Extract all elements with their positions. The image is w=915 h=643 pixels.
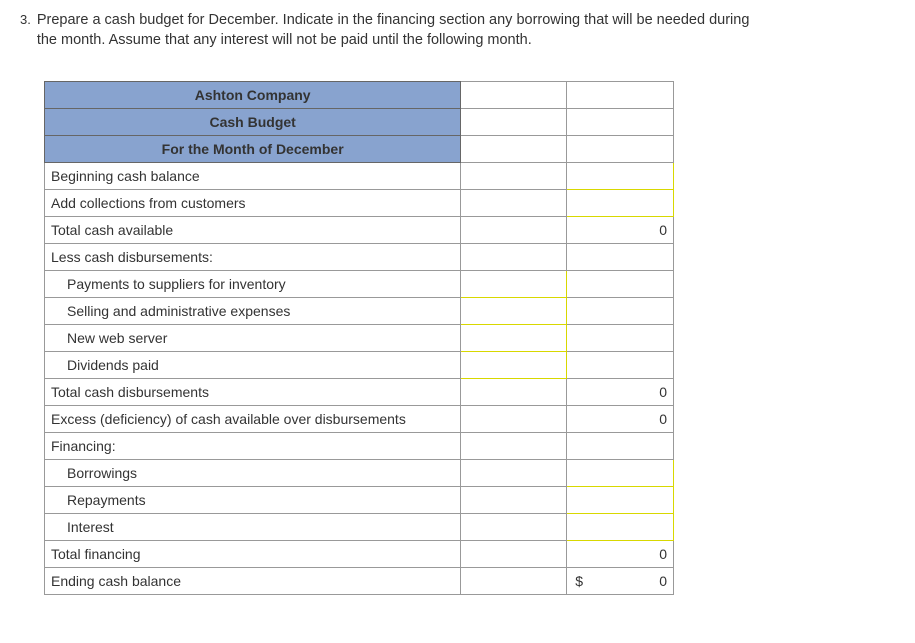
header-period-row: For the Month of December [45, 135, 674, 162]
label-financing: Financing: [45, 432, 461, 459]
row-beginning-cash: Beginning cash balance [45, 162, 674, 189]
input-add-collections[interactable] [567, 189, 674, 216]
row-add-collections: Add collections from customers [45, 189, 674, 216]
question-number: 3. [20, 10, 31, 27]
ending-cash-amount: 0 [659, 573, 667, 589]
header-blank-1 [461, 81, 567, 108]
row-total-disbursements: Total cash disbursements 0 [45, 378, 674, 405]
label-ending-cash-balance: Ending cash balance [45, 567, 461, 594]
row-borrowings: Borrowings [45, 459, 674, 486]
label-excess-deficiency: Excess (deficiency) of cash available ov… [45, 405, 461, 432]
value-ending-cash-balance: $ 0 [567, 567, 674, 594]
header-report-row: Cash Budget [45, 108, 674, 135]
question-block: 3. Prepare a cash budget for December. I… [20, 10, 895, 51]
input-new-web-server[interactable] [461, 324, 567, 351]
input-payments-suppliers[interactable] [461, 270, 567, 297]
row-new-web-server: New web server [45, 324, 674, 351]
label-interest: Interest [45, 513, 461, 540]
row-selling-admin: Selling and administrative expenses [45, 297, 674, 324]
label-payments-suppliers: Payments to suppliers for inventory [45, 270, 461, 297]
input-dividends-paid[interactable] [461, 351, 567, 378]
row-less-disbursements: Less cash disbursements: [45, 243, 674, 270]
row-payments-suppliers: Payments to suppliers for inventory [45, 270, 674, 297]
label-repayments: Repayments [45, 486, 461, 513]
input-repayments[interactable] [567, 486, 674, 513]
row-total-cash-available: Total cash available 0 [45, 216, 674, 243]
question-text: Prepare a cash budget for December. Indi… [37, 10, 757, 51]
row-ending-cash-balance: Ending cash balance $ 0 [45, 567, 674, 594]
currency-symbol: $ [573, 573, 583, 589]
label-new-web-server: New web server [45, 324, 461, 351]
row-dividends-paid: Dividends paid [45, 351, 674, 378]
row-financing: Financing: [45, 432, 674, 459]
label-borrowings: Borrowings [45, 459, 461, 486]
input-selling-admin[interactable] [461, 297, 567, 324]
company-name: Ashton Company [45, 81, 461, 108]
header-blank-2 [567, 81, 674, 108]
label-beginning-cash: Beginning cash balance [45, 162, 461, 189]
value-excess-deficiency: 0 [567, 405, 674, 432]
value-total-disbursements: 0 [567, 378, 674, 405]
row-repayments: Repayments [45, 486, 674, 513]
label-less-disbursements: Less cash disbursements: [45, 243, 461, 270]
value-total-cash-available: 0 [567, 216, 674, 243]
input-beginning-cash[interactable] [567, 162, 674, 189]
report-period: For the Month of December [45, 135, 461, 162]
label-total-disbursements: Total cash disbursements [45, 378, 461, 405]
row-total-financing: Total financing 0 [45, 540, 674, 567]
header-company-row: Ashton Company [45, 81, 674, 108]
label-selling-admin: Selling and administrative expenses [45, 297, 461, 324]
row-excess-deficiency: Excess (deficiency) of cash available ov… [45, 405, 674, 432]
input-interest[interactable] [567, 513, 674, 540]
report-title: Cash Budget [45, 108, 461, 135]
cash-budget-table: Ashton Company Cash Budget For the Month… [44, 81, 674, 595]
label-dividends-paid: Dividends paid [45, 351, 461, 378]
label-total-financing: Total financing [45, 540, 461, 567]
label-total-cash-available: Total cash available [45, 216, 461, 243]
input-borrowings[interactable] [567, 459, 674, 486]
value-total-financing: 0 [567, 540, 674, 567]
row-interest: Interest [45, 513, 674, 540]
label-add-collections: Add collections from customers [45, 189, 461, 216]
